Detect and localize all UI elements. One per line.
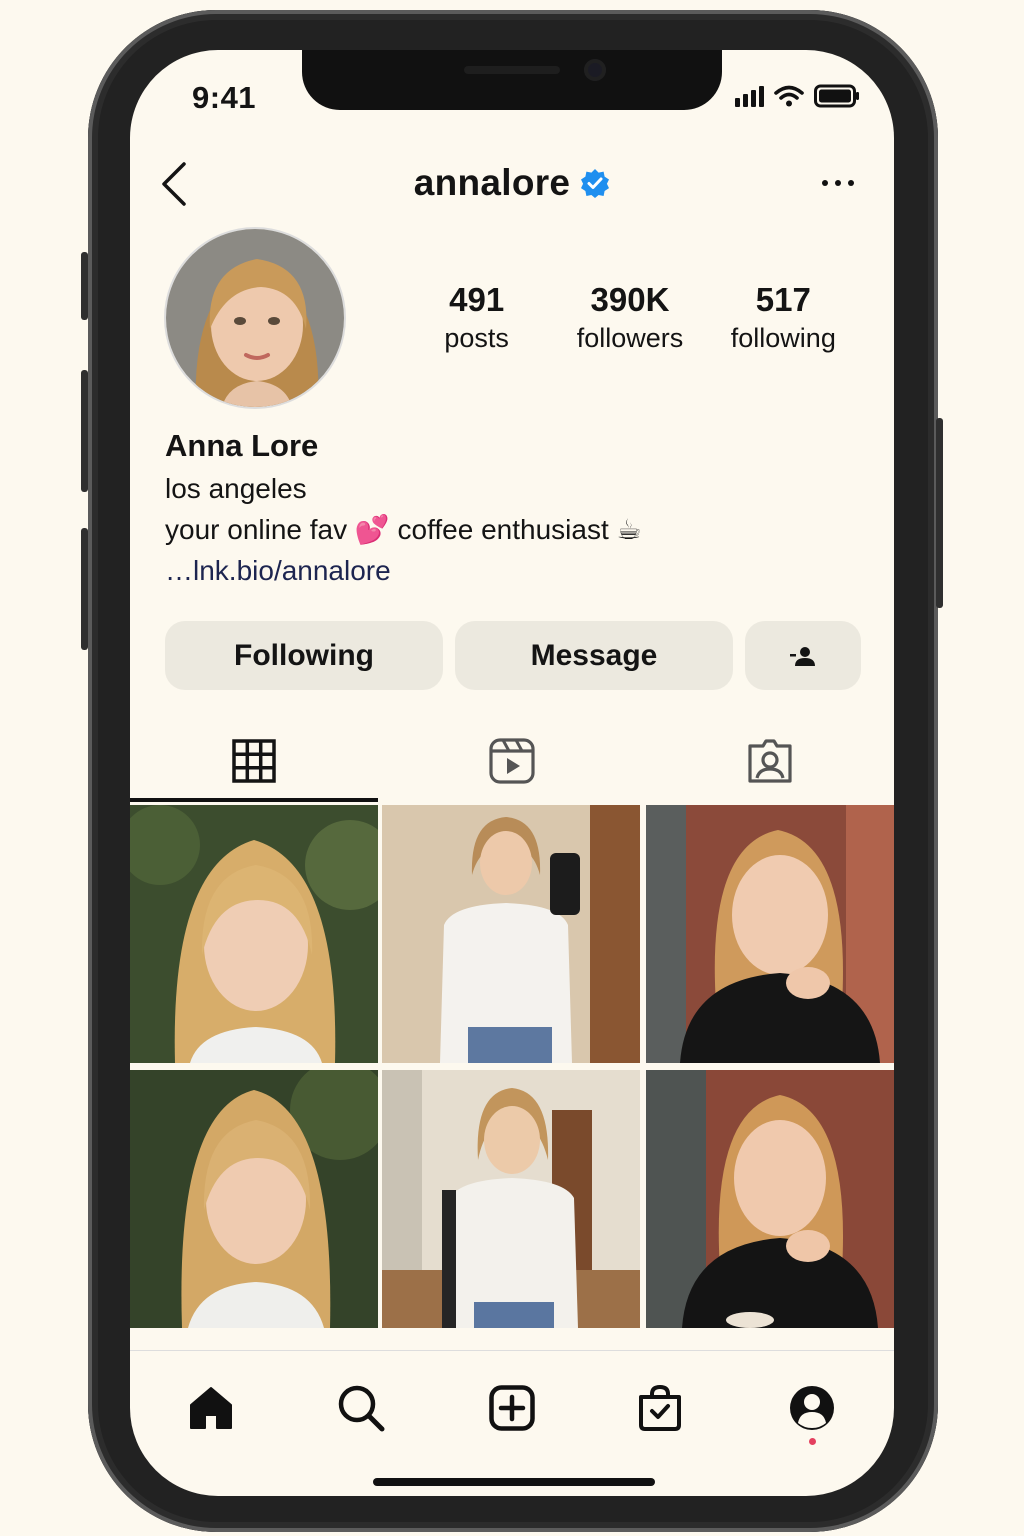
following-button[interactable]: Following xyxy=(165,621,443,690)
bio-line-location: los angeles xyxy=(165,473,307,504)
create-icon xyxy=(489,1385,535,1431)
stat-label: following xyxy=(730,323,836,353)
battery-icon xyxy=(814,84,859,108)
display-name: Anna Lore xyxy=(165,428,319,463)
profile-stats: 491 posts 390K followers 517 following xyxy=(400,280,860,356)
tab-reels[interactable] xyxy=(378,720,646,802)
status-icons xyxy=(735,84,860,108)
power-button xyxy=(936,418,943,608)
profile-tabs xyxy=(130,720,894,802)
more-horizontal-icon[interactable] xyxy=(822,180,854,186)
stat-followers[interactable]: 390K followers xyxy=(553,280,706,356)
home-icon xyxy=(190,1387,232,1429)
grid-post-4[interactable] xyxy=(130,1070,378,1328)
grid-post-1[interactable] xyxy=(130,805,378,1063)
nav-divider xyxy=(130,1350,894,1351)
bio-line-tagline: your online fav 💕 coffee enthusiast ☕ xyxy=(165,514,642,545)
stat-value: 491 xyxy=(449,281,505,318)
screen: 9:41 annalore 491 posts 390K followers 5… xyxy=(130,50,894,1496)
status-time: 9:41 xyxy=(192,80,257,115)
suggest-accounts-button[interactable] xyxy=(745,621,861,690)
tab-grid[interactable] xyxy=(130,720,378,802)
stat-label: followers xyxy=(576,323,684,353)
stat-label: posts xyxy=(444,323,509,353)
profile-actions: Following Message xyxy=(165,621,861,690)
volume-down-button xyxy=(81,528,88,650)
grid-post-2[interactable] xyxy=(382,805,640,1063)
verified-badge-icon xyxy=(581,169,610,198)
nav-shop[interactable] xyxy=(630,1378,690,1438)
stat-posts[interactable]: 491 posts xyxy=(400,280,553,356)
grid-icon xyxy=(232,739,276,783)
username-row: annalore xyxy=(130,162,894,204)
nav-profile[interactable] xyxy=(782,1378,842,1438)
post-grid xyxy=(130,805,894,1328)
home-indicator[interactable] xyxy=(373,1478,655,1486)
grid-post-6[interactable] xyxy=(646,1070,894,1328)
stat-following[interactable]: 517 following xyxy=(707,280,860,356)
search-icon xyxy=(338,1385,385,1432)
notch xyxy=(302,50,722,110)
shop-icon xyxy=(639,1384,681,1431)
signal-icon xyxy=(735,85,764,107)
front-camera xyxy=(584,59,606,81)
grid-post-5[interactable] xyxy=(382,1070,640,1328)
nav-search[interactable] xyxy=(331,1378,391,1438)
notification-dot xyxy=(809,1438,816,1445)
profile-header: annalore xyxy=(130,154,894,214)
bottom-nav xyxy=(130,1378,894,1438)
bio: Anna Lore los angeles your online fav 💕 … xyxy=(165,424,642,591)
profile-icon xyxy=(790,1386,834,1430)
wifi-icon xyxy=(774,85,804,107)
bio-link[interactable]: …lnk.bio/annalore xyxy=(165,550,642,591)
tagged-icon xyxy=(748,739,792,783)
active-tab-indicator xyxy=(130,798,378,802)
tab-tagged[interactable] xyxy=(646,720,894,802)
speaker xyxy=(464,66,560,74)
username: annalore xyxy=(413,162,571,203)
message-button[interactable]: Message xyxy=(455,621,733,690)
mute-switch xyxy=(81,252,88,320)
volume-up-button xyxy=(81,370,88,492)
avatar[interactable] xyxy=(164,227,346,409)
stat-value: 517 xyxy=(755,281,811,318)
nav-home[interactable] xyxy=(181,1378,241,1438)
add-person-icon xyxy=(790,646,815,666)
stat-value: 390K xyxy=(590,281,670,318)
reels-icon xyxy=(489,738,535,784)
nav-create[interactable] xyxy=(482,1378,542,1438)
grid-post-3[interactable] xyxy=(646,805,894,1063)
